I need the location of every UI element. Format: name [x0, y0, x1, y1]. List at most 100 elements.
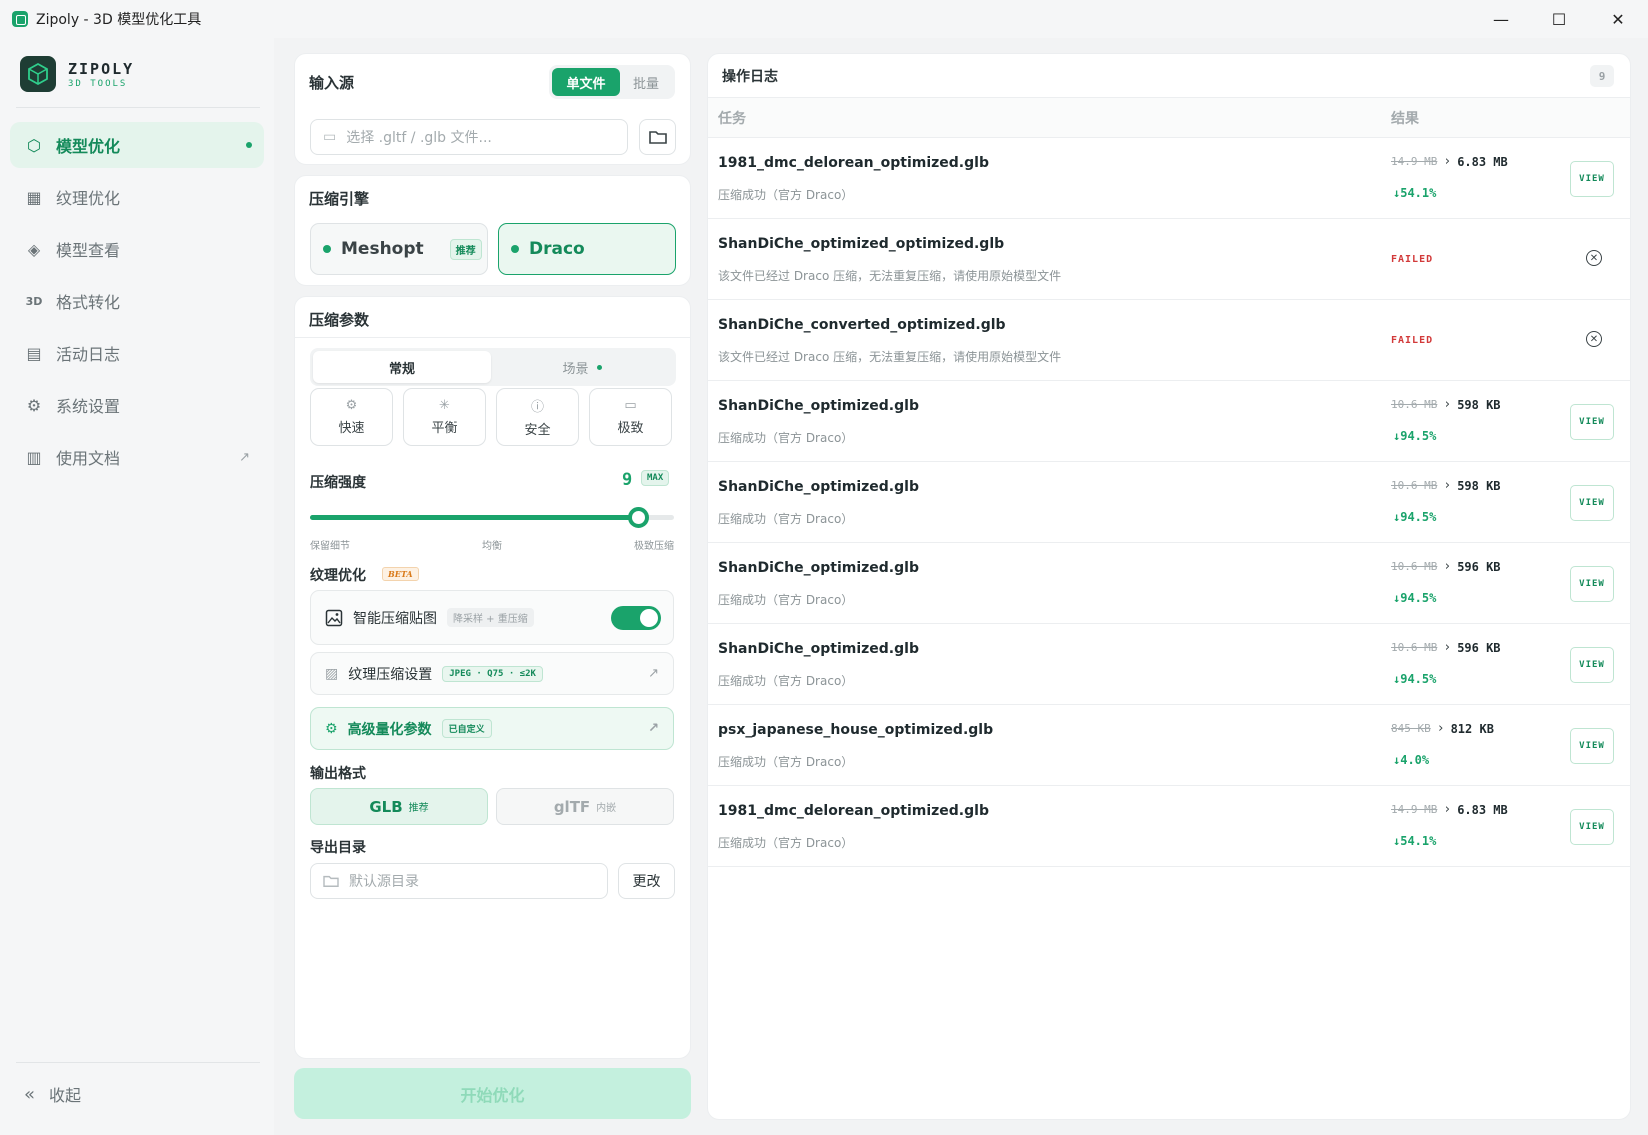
texture-settings-row[interactable]: ▨ 纹理压缩设置 JPEG · Q75 · ≤2K ↗: [310, 652, 674, 695]
log-column-header: 任务 结果: [708, 98, 1630, 138]
log-message: 压缩成功（官方 Draco）: [718, 188, 854, 202]
sidebar-item-format-convert[interactable]: 3D 格式转化: [10, 278, 264, 324]
engine-meshopt-button[interactable]: Meshopt 推荐: [310, 223, 488, 275]
maximize-button[interactable]: ☐: [1530, 0, 1588, 38]
close-circle-icon[interactable]: ✕: [1586, 331, 1602, 347]
tab-scene-label: 场景: [562, 361, 589, 377]
sidebar-item-label: 活动日志: [56, 345, 121, 364]
original-size: 10.6 MB: [1391, 641, 1438, 654]
calendar-icon: ▤: [26, 343, 42, 363]
params-title: 压缩参数: [309, 311, 370, 329]
preset-balanced-button[interactable]: ✳ 平衡: [403, 388, 486, 446]
preset-fast-button[interactable]: ⚙ 快速: [310, 388, 393, 446]
sidebar-item-docs[interactable]: ▥ 使用文档 ↗: [10, 434, 264, 480]
format-glb-button[interactable]: GLB 推荐: [310, 788, 488, 825]
slider-fill: [310, 515, 638, 520]
collapse-button[interactable]: « 收起: [24, 1082, 81, 1106]
reduction-value: 94.5%: [1400, 510, 1437, 524]
file-input[interactable]: ▭ 选择 .gltf / .glb 文件...: [310, 119, 628, 155]
3d-icon: 3D: [25, 294, 43, 308]
preset-label: 极致: [617, 421, 644, 436]
col-task: 任务: [718, 110, 746, 127]
params-divider: [295, 337, 690, 338]
viewer-icon: ◈: [27, 239, 41, 259]
strength-value: 9: [622, 470, 633, 490]
log-row: ShanDiChe_optimized_optimized.glb 该文件已经过 …: [708, 219, 1630, 300]
file-input-placeholder: 选择 .gltf / .glb 文件...: [346, 130, 492, 146]
zipoly-logo-icon: [20, 56, 56, 92]
preset-label: 安全: [524, 423, 551, 438]
preset-label: 平衡: [431, 421, 458, 436]
spark-icon: ✳: [439, 398, 450, 413]
tab-normal[interactable]: 常规: [313, 351, 491, 383]
gear-icon: ⚙: [26, 395, 42, 415]
smart-texture-toggle[interactable]: [611, 605, 661, 630]
log-message: 该文件已经过 Draco 压缩，无法重复压缩，请使用原始模型文件: [718, 269, 1062, 283]
export-dir-title: 导出目录: [310, 840, 366, 856]
log-file-name: ShanDiChe_optimized.glb: [718, 479, 919, 495]
texture-settings-chip: JPEG · Q75 · ≤2K: [442, 665, 543, 682]
start-optimize-button[interactable]: 开始优化: [294, 1068, 691, 1119]
preset-safe-button[interactable]: ⓘ 安全: [496, 388, 579, 446]
view-button[interactable]: VIEW: [1570, 647, 1614, 683]
log-header: 操作日志 9: [708, 54, 1630, 98]
folder-icon: [648, 131, 667, 144]
slider-thumb[interactable]: [627, 507, 649, 528]
reduction-value: 4.0%: [1400, 753, 1430, 767]
sidebar-item-label: 系统设置: [56, 397, 121, 416]
params-tab-switch: 常规 场景: [310, 348, 676, 386]
tab-scene[interactable]: 场景: [491, 351, 673, 383]
sidebar-item-texture-optimize[interactable]: ▦ 纹理优化: [10, 174, 264, 220]
customized-chip: 已自定义: [441, 719, 492, 738]
input-mode-switch: 单文件 批量: [549, 65, 675, 99]
format-glb-note: 推荐: [408, 803, 429, 814]
reduction-percent: ↓94.5%: [1393, 510, 1436, 524]
sidebar-item-activity-log[interactable]: ▤ 活动日志: [10, 330, 264, 376]
log-message: 该文件已经过 Draco 压缩，无法重复压缩，请使用原始模型文件: [718, 350, 1062, 364]
sidebar-nav: ⬡ 模型优化 ▦ 纹理优化 ◈ 模型查看 3D 格式转化 ▤ 活动日志 ⚙ 系统…: [10, 122, 264, 486]
monitor-icon: ▭: [624, 398, 637, 413]
strength-slider[interactable]: [310, 507, 674, 528]
preset-extreme-button[interactable]: ▭ 极致: [589, 388, 672, 446]
advanced-quant-label: 高级量化参数: [347, 721, 432, 738]
mode-batch[interactable]: 批量: [620, 68, 672, 96]
sidebar-item-model-optimize[interactable]: ⬡ 模型优化: [10, 122, 264, 168]
sidebar-item-model-viewer[interactable]: ◈ 模型查看: [10, 226, 264, 272]
sidebar-item-settings[interactable]: ⚙ 系统设置: [10, 382, 264, 428]
log-file-name: ShanDiChe_converted_optimized.glb: [718, 317, 1006, 333]
advanced-quant-row[interactable]: ⚙ 高级量化参数 已自定义 ↗: [310, 707, 674, 750]
log-count-badge: 9: [1590, 65, 1614, 87]
view-button[interactable]: VIEW: [1570, 809, 1614, 845]
view-button[interactable]: VIEW: [1570, 404, 1614, 440]
engine-draco-button[interactable]: Draco: [498, 223, 676, 275]
active-dot: [246, 142, 252, 148]
format-gltf-button[interactable]: glTF 内嵌: [496, 788, 674, 825]
format-gltf-note: 内嵌: [596, 803, 617, 814]
mode-single-file[interactable]: 单文件: [552, 68, 620, 96]
close-button[interactable]: ✕: [1589, 0, 1647, 38]
window-title: Zipoly - 3D 模型优化工具: [36, 12, 202, 28]
log-file-name: 1981_dmc_delorean_optimized.glb: [718, 155, 989, 171]
minimize-button[interactable]: —: [1472, 0, 1530, 38]
export-dir-placeholder: 默认源目录: [349, 874, 419, 890]
reduction-percent: ↓54.1%: [1393, 186, 1436, 200]
view-button[interactable]: VIEW: [1570, 485, 1614, 521]
gear-icon: ⚙: [325, 720, 338, 737]
export-dir-input[interactable]: 默认源目录: [310, 863, 608, 899]
strength-label: 压缩强度: [310, 475, 366, 491]
log-file-name: psx_japanese_house_optimized.glb: [718, 722, 994, 738]
view-button[interactable]: VIEW: [1570, 728, 1614, 764]
beta-badge: BETA: [382, 567, 419, 581]
log-file-name: ShanDiChe_optimized.glb: [718, 560, 919, 576]
log-rows: 1981_dmc_delorean_optimized.glb 压缩成功（官方 D…: [708, 138, 1630, 867]
original-size: 10.6 MB: [1391, 479, 1438, 492]
change-dir-button[interactable]: 更改: [618, 863, 675, 899]
view-button[interactable]: VIEW: [1570, 566, 1614, 602]
sidebar-item-label: 模型优化: [56, 137, 121, 156]
original-size: 14.9 MB: [1391, 155, 1438, 168]
slider-label-low: 保留细节: [310, 541, 350, 552]
browse-folder-button[interactable]: [639, 119, 676, 155]
close-circle-icon[interactable]: ✕: [1586, 250, 1602, 266]
log-row: 1981_dmc_delorean_optimized.glb 压缩成功（官方 D…: [708, 786, 1630, 867]
view-button[interactable]: VIEW: [1570, 161, 1614, 197]
